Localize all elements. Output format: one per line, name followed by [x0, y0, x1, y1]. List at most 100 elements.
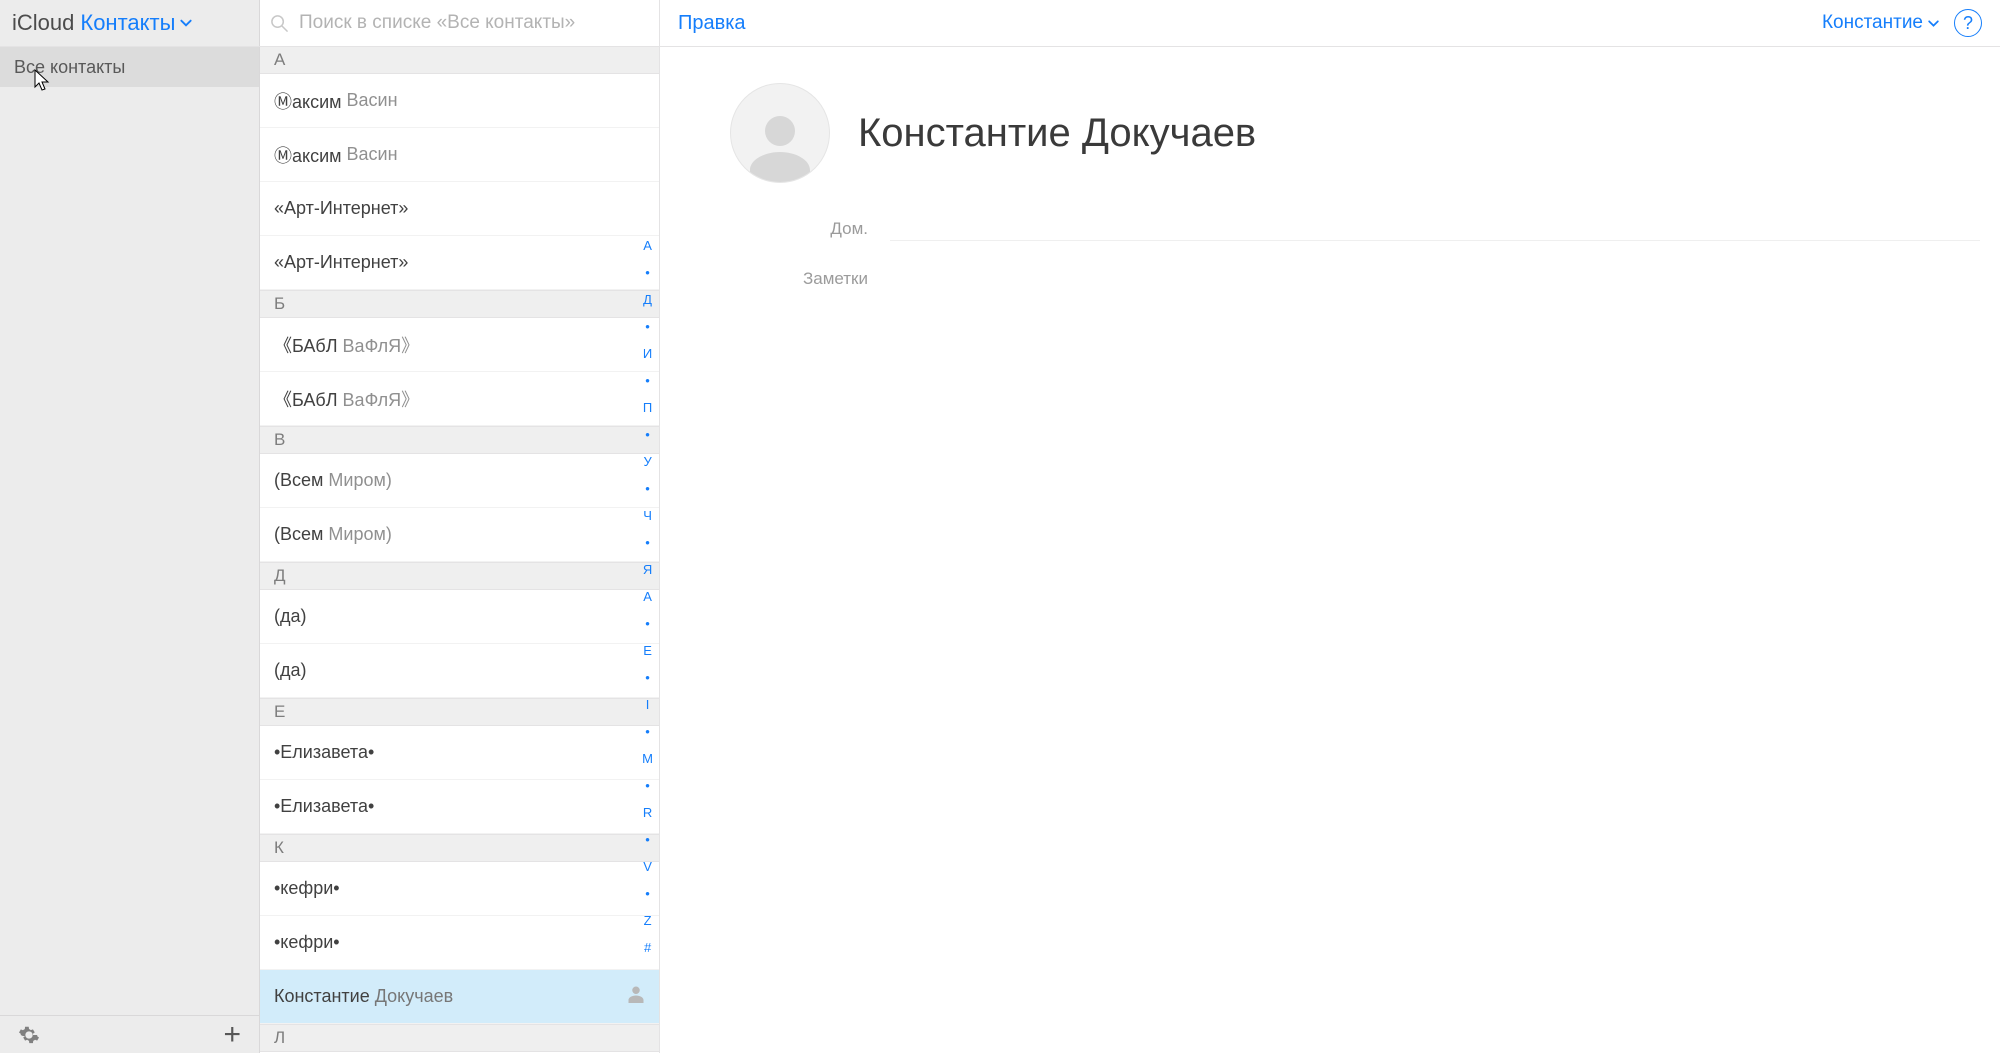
contact-row[interactable]: 《БАбЛВаФлЯ》 — [260, 318, 659, 372]
search-icon — [270, 14, 289, 33]
contact-first: (да) — [274, 660, 307, 681]
contact-row[interactable]: (ВсемМиром) — [260, 454, 659, 508]
section-header: Е — [260, 698, 659, 726]
app-switcher[interactable]: Контакты — [80, 10, 193, 36]
contact-first: «Арт-Интернет» — [274, 252, 408, 273]
contact-row[interactable]: (ВсемМиром) — [260, 508, 659, 562]
contact-first: Ⓜаксим — [274, 88, 342, 114]
alpha-index-item[interactable]: A — [643, 588, 652, 605]
alpha-index-item[interactable]: • — [645, 480, 650, 497]
section-header: А — [260, 47, 659, 74]
alpha-index-item[interactable]: У — [643, 453, 651, 470]
contact-first: Ⓜаксим — [274, 142, 342, 168]
alpha-index-item[interactable]: V — [643, 858, 652, 875]
alpha-index-item[interactable]: E — [643, 642, 652, 659]
alpha-index-item[interactable]: И — [643, 345, 652, 362]
account-name: Константие — [1822, 12, 1923, 34]
contact-last: Миром) — [328, 470, 391, 491]
contact-last: ВаФлЯ》 — [343, 386, 420, 412]
brand-label: iCloud — [12, 10, 74, 36]
detail-field: Дом. — [730, 219, 1980, 241]
alpha-index-item[interactable]: • — [645, 264, 650, 281]
detail-field: Заметки — [730, 269, 1980, 291]
add-button[interactable]: + — [223, 1018, 241, 1052]
detail-field-value[interactable] — [890, 269, 1980, 291]
group-list: Все контакты — [0, 47, 259, 1015]
alpha-index-item[interactable]: А — [643, 237, 652, 254]
section-header: В — [260, 426, 659, 454]
settings-button[interactable] — [18, 1024, 40, 1046]
contact-last: Васин — [347, 90, 398, 111]
contact-row[interactable]: «Арт-Интернет» — [260, 236, 659, 290]
contact-name: Константие Докучаев — [858, 111, 1256, 156]
contact-first: •кефри• — [274, 932, 340, 953]
contact-last: Докучаев — [375, 986, 453, 1007]
detail-field-label: Заметки — [730, 269, 890, 289]
alpha-index-item[interactable]: П — [643, 399, 652, 416]
contact-first: «Арт-Интернет» — [274, 198, 408, 219]
contact-row[interactable]: •Елизавета• — [260, 726, 659, 780]
alpha-index-item[interactable]: • — [645, 615, 650, 632]
alpha-index-item[interactable]: Z — [644, 912, 652, 929]
alpha-index-item[interactable]: R — [643, 804, 652, 821]
detail-field-label: Дом. — [730, 219, 890, 239]
search-field[interactable]: Поиск в списке «Все контакты» — [260, 0, 660, 46]
contact-row[interactable]: 《БАбЛВаФлЯ》 — [260, 372, 659, 426]
top-bar: iCloud Контакты Поиск в списке «Все конт… — [0, 0, 2000, 47]
alpha-index-item[interactable]: • — [645, 777, 650, 794]
alpha-index-item[interactable]: • — [645, 534, 650, 551]
contact-list-column: АⓂаксимВасинⓂаксимВасин«Арт-Интернет»«Ар… — [260, 47, 660, 1053]
alpha-index-item[interactable]: Я — [643, 561, 652, 578]
section-header: Л — [260, 1024, 659, 1052]
detail-field-value[interactable] — [890, 219, 1980, 241]
contact-row[interactable]: (да) — [260, 590, 659, 644]
chevron-down-icon — [179, 16, 193, 30]
contact-row[interactable]: •кефри• — [260, 862, 659, 916]
alpha-index-item[interactable]: • — [645, 426, 650, 443]
edit-button[interactable]: Правка — [678, 12, 746, 35]
alpha-index-item[interactable]: M — [642, 750, 653, 767]
avatar[interactable] — [730, 83, 830, 183]
contact-row[interactable]: (да) — [260, 644, 659, 698]
contact-first: •кефри• — [274, 878, 340, 899]
alpha-index-item[interactable]: • — [645, 831, 650, 848]
help-button[interactable]: ? — [1954, 9, 1982, 37]
sidebar: Все контакты + — [0, 47, 260, 1053]
contact-first: 《БАбЛ — [274, 386, 338, 412]
contact-row[interactable]: •кефри• — [260, 916, 659, 970]
contact-last: Васин — [347, 144, 398, 165]
account-menu[interactable]: Константие — [1822, 12, 1940, 34]
contact-last: Миром) — [328, 524, 391, 545]
search-placeholder: Поиск в списке «Все контакты» — [299, 12, 575, 34]
alpha-index-item[interactable]: • — [645, 669, 650, 686]
sidebar-footer: + — [0, 1015, 259, 1053]
alpha-index-item[interactable]: Ч — [643, 507, 652, 524]
contact-row[interactable]: «Арт-Интернет» — [260, 182, 659, 236]
contact-row[interactable]: ⓂаксимВасин — [260, 128, 659, 182]
alpha-index-item[interactable]: Д — [643, 291, 652, 308]
alpha-index[interactable]: А • Д • И • П • У • Ч • ЯA • E • I • M • R • V • Z # — [642, 237, 653, 956]
alpha-index-item[interactable]: • — [645, 318, 650, 335]
contact-list[interactable]: АⓂаксимВасинⓂаксимВасин«Арт-Интернет»«Ар… — [260, 47, 659, 1053]
section-header: Б — [260, 290, 659, 318]
contact-last: ВаФлЯ》 — [343, 332, 420, 358]
sidebar-group-item[interactable]: Все контакты — [0, 47, 259, 87]
section-header: К — [260, 834, 659, 862]
contact-first: (Всем — [274, 470, 323, 491]
contact-row[interactable]: •Елизавета• — [260, 780, 659, 834]
contact-row[interactable]: КонстантиеДокучаев — [260, 970, 659, 1024]
contact-first: Константие — [274, 986, 370, 1007]
alpha-index-item[interactable]: # — [644, 939, 651, 956]
contact-first: (Всем — [274, 524, 323, 545]
alpha-index-item[interactable]: • — [645, 885, 650, 902]
app-switcher-label: Контакты — [80, 10, 175, 36]
contact-detail: Константие Докучаев Дом. Заметки — [660, 47, 2000, 1053]
alpha-index-item[interactable]: • — [645, 723, 650, 740]
detail-toolbar: Правка Константие ? — [660, 0, 2000, 46]
section-header: Д — [260, 562, 659, 590]
alpha-index-item[interactable]: I — [646, 696, 650, 713]
alpha-index-item[interactable]: • — [645, 372, 650, 389]
contact-first: (да) — [274, 606, 307, 627]
chevron-down-icon — [1927, 17, 1940, 30]
contact-row[interactable]: ⓂаксимВасин — [260, 74, 659, 128]
